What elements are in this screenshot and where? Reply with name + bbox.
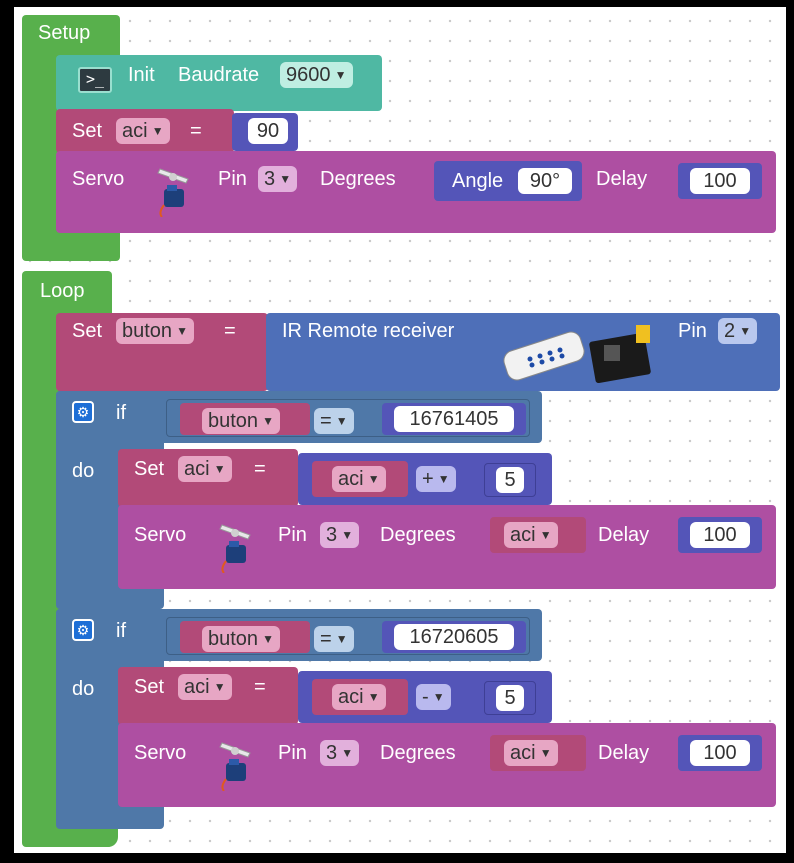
servo-label: Servo bbox=[134, 742, 187, 764]
if-label: if bbox=[116, 620, 126, 642]
chevron-down-icon: ▼ bbox=[539, 528, 552, 542]
ir-receiver-label: IR Remote receiver bbox=[282, 320, 455, 342]
chevron-down-icon: ▼ bbox=[151, 124, 164, 138]
chevron-down-icon: ▼ bbox=[176, 324, 189, 338]
number-field[interactable]: 16720605 bbox=[394, 624, 514, 650]
delay-field[interactable]: 100 bbox=[690, 168, 750, 194]
pin-label: Pin bbox=[278, 524, 307, 546]
pin-label: Pin bbox=[278, 742, 307, 764]
delay-label: Delay bbox=[598, 742, 650, 764]
ir-remote-icon bbox=[500, 321, 660, 384]
variable-dropdown[interactable]: buton ▼ bbox=[202, 408, 281, 434]
chevron-down-icon: ▼ bbox=[213, 462, 226, 476]
chevron-down-icon: ▼ bbox=[367, 472, 380, 486]
number-field[interactable]: 90 bbox=[248, 118, 288, 144]
gear-icon[interactable]: ⚙ bbox=[72, 619, 94, 641]
angle-label: Angle bbox=[452, 170, 504, 192]
number-field[interactable]: 5 bbox=[496, 685, 524, 711]
number-field[interactable]: 5 bbox=[496, 467, 524, 493]
chevron-down-icon: ▼ bbox=[437, 472, 450, 486]
operator-dropdown[interactable]: = ▼ bbox=[314, 408, 354, 434]
delay-label: Delay bbox=[596, 168, 648, 190]
pin-label: Pin bbox=[678, 320, 707, 342]
set-label: Set bbox=[72, 320, 103, 342]
degrees-label: Degrees bbox=[320, 168, 396, 190]
loop-label: Loop bbox=[40, 280, 85, 302]
delay-field[interactable]: 100 bbox=[690, 522, 750, 548]
chevron-down-icon: ▼ bbox=[334, 68, 347, 82]
set-label: Set bbox=[134, 676, 165, 698]
variable-dropdown[interactable]: buton ▼ bbox=[116, 318, 195, 344]
equals-label: = bbox=[254, 458, 266, 480]
chevron-down-icon: ▼ bbox=[262, 632, 275, 646]
pin-dropdown[interactable]: 2 ▼ bbox=[718, 318, 758, 344]
gear-icon[interactable]: ⚙ bbox=[72, 401, 94, 423]
variable-dropdown[interactable]: aci ▼ bbox=[332, 684, 386, 710]
chevron-down-icon: ▼ bbox=[432, 690, 445, 704]
variable-dropdown[interactable]: aci ▼ bbox=[504, 740, 558, 766]
init-label: Init bbox=[128, 64, 155, 86]
terminal-icon: >_ bbox=[78, 67, 112, 93]
chevron-down-icon: ▼ bbox=[367, 690, 380, 704]
variable-dropdown[interactable]: aci ▼ bbox=[116, 118, 170, 144]
servo-motor-icon bbox=[216, 739, 258, 792]
chevron-down-icon: ▼ bbox=[335, 414, 348, 428]
variable-dropdown[interactable]: aci ▼ bbox=[332, 466, 386, 492]
setup-label: Setup bbox=[38, 22, 91, 44]
variable-dropdown[interactable]: aci ▼ bbox=[178, 674, 232, 700]
baudrate-dropdown[interactable]: 9600 ▼ bbox=[280, 62, 353, 88]
do-label: do bbox=[72, 460, 95, 482]
chevron-down-icon: ▼ bbox=[739, 324, 752, 338]
servo-motor-icon bbox=[216, 521, 258, 574]
chevron-down-icon: ▼ bbox=[335, 632, 348, 646]
variable-dropdown[interactable]: buton ▼ bbox=[202, 626, 281, 652]
if-label: if bbox=[116, 402, 126, 424]
chevron-down-icon: ▼ bbox=[279, 172, 292, 186]
chevron-down-icon: ▼ bbox=[539, 746, 552, 760]
baudrate-label: Baudrate bbox=[178, 64, 260, 86]
set-label: Set bbox=[134, 458, 165, 480]
set-label: Set bbox=[72, 120, 103, 142]
pin-dropdown[interactable]: 3 ▼ bbox=[320, 740, 360, 766]
delay-label: Delay bbox=[598, 524, 650, 546]
servo-motor-icon bbox=[154, 165, 196, 218]
chevron-down-icon: ▼ bbox=[213, 680, 226, 694]
chevron-down-icon: ▼ bbox=[341, 528, 354, 542]
pin-dropdown[interactable]: 3 ▼ bbox=[258, 166, 298, 192]
pin-dropdown[interactable]: 3 ▼ bbox=[320, 522, 360, 548]
pin-label: Pin bbox=[218, 168, 247, 190]
equals-label: = bbox=[254, 676, 266, 698]
servo-label: Servo bbox=[134, 524, 187, 546]
variable-dropdown[interactable]: aci ▼ bbox=[178, 456, 232, 482]
operator-dropdown[interactable]: = ▼ bbox=[314, 626, 354, 652]
degrees-label: Degrees bbox=[380, 524, 456, 546]
chevron-down-icon: ▼ bbox=[341, 746, 354, 760]
do-label: do bbox=[72, 678, 95, 700]
equals-label: = bbox=[190, 120, 202, 142]
operator-dropdown[interactable]: + ▼ bbox=[416, 466, 456, 492]
operator-dropdown[interactable]: - ▼ bbox=[416, 684, 451, 710]
delay-field[interactable]: 100 bbox=[690, 740, 750, 766]
number-field[interactable]: 16761405 bbox=[394, 406, 514, 432]
servo-label: Servo bbox=[72, 168, 125, 190]
equals-label: = bbox=[224, 320, 236, 342]
variable-dropdown[interactable]: aci ▼ bbox=[504, 522, 558, 548]
degrees-label: Degrees bbox=[380, 742, 456, 764]
chevron-down-icon: ▼ bbox=[262, 414, 275, 428]
angle-field[interactable]: 90° bbox=[518, 168, 572, 194]
blockly-workspace[interactable]: Setup >_ Init Baudrate 9600 ▼ Set aci ▼ = … bbox=[14, 7, 786, 853]
